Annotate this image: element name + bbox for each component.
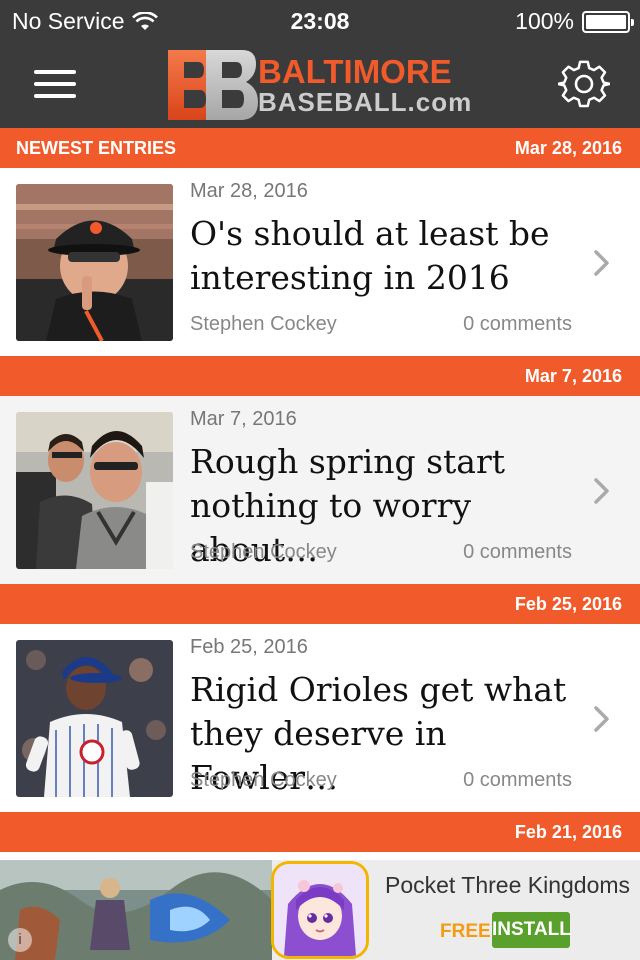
article-title[interactable]: O's should at least be interesting in 20… <box>190 212 580 300</box>
article-author: Stephen Cockey <box>190 769 337 791</box>
site-logo[interactable]: BALTIMORE BASEBALL.com <box>166 48 471 122</box>
battery-icon <box>582 10 634 33</box>
gear-icon[interactable] <box>558 58 610 110</box>
hamburger-icon[interactable] <box>30 68 80 100</box>
header-date: Mar 7, 2016 <box>524 366 622 386</box>
article-comments[interactable]: 0 comments <box>463 769 572 792</box>
article-row[interactable]: Mar 7, 2016 Rough spring start nothing t… <box>0 396 640 584</box>
logo-text-baltimore: BALTIMORE <box>258 53 452 90</box>
logo-bb-mark <box>168 50 258 120</box>
ad-app-icon <box>271 861 369 959</box>
article-thumbnail <box>16 412 173 569</box>
date-header: Feb 21, 2016 <box>0 812 640 852</box>
header-date: Feb 21, 2016 <box>514 822 622 842</box>
article-thumbnail <box>16 184 173 341</box>
logo-text-baseball: BASEBALL.com <box>258 87 473 117</box>
article-row[interactable]: Feb 25, 2016 Rigid Orioles get what they… <box>0 624 640 812</box>
date-header: Mar 7, 2016 <box>0 356 640 396</box>
article-comments[interactable]: 0 comments <box>463 541 572 564</box>
section-date: Mar 28, 2016 <box>514 138 622 158</box>
article-thumbnail <box>16 640 173 797</box>
date-header: Feb 25, 2016 <box>0 584 640 624</box>
section-title: NEWEST ENTRIES <box>16 138 177 158</box>
chevron-right-icon <box>594 706 609 732</box>
ad-title: Pocket Three Kingdoms <box>385 872 631 898</box>
chevron-right-icon <box>594 478 609 504</box>
status-bar: No Service 23:08 100% <box>0 0 640 40</box>
article-date: Feb 25, 2016 <box>190 636 308 658</box>
chevron-right-icon <box>594 250 609 276</box>
battery-percent: 100% <box>515 8 574 34</box>
nav-bar: BALTIMORE BASEBALL.com <box>0 40 640 128</box>
article-author: Stephen Cockey <box>190 313 337 335</box>
article-comments[interactable]: 0 comments <box>463 313 572 336</box>
ad-info-icon[interactable]: i <box>8 928 32 952</box>
section-header: NEWEST ENTRIES Mar 28, 2016 <box>0 128 640 168</box>
ad-banner[interactable]: i Pocket Three Kingdoms FREE INSTALL <box>0 860 640 960</box>
article-author: Stephen Cockey <box>190 541 337 563</box>
ad-install-button[interactable]: INSTALL <box>492 912 571 948</box>
article-row[interactable]: Mar 28, 2016 O's should at least be inte… <box>0 168 640 356</box>
article-date: Mar 7, 2016 <box>190 408 297 430</box>
ad-price: FREE <box>440 921 491 942</box>
ad-artwork: i <box>0 860 272 960</box>
article-date: Mar 28, 2016 <box>190 180 308 202</box>
header-date: Feb 25, 2016 <box>514 594 622 614</box>
